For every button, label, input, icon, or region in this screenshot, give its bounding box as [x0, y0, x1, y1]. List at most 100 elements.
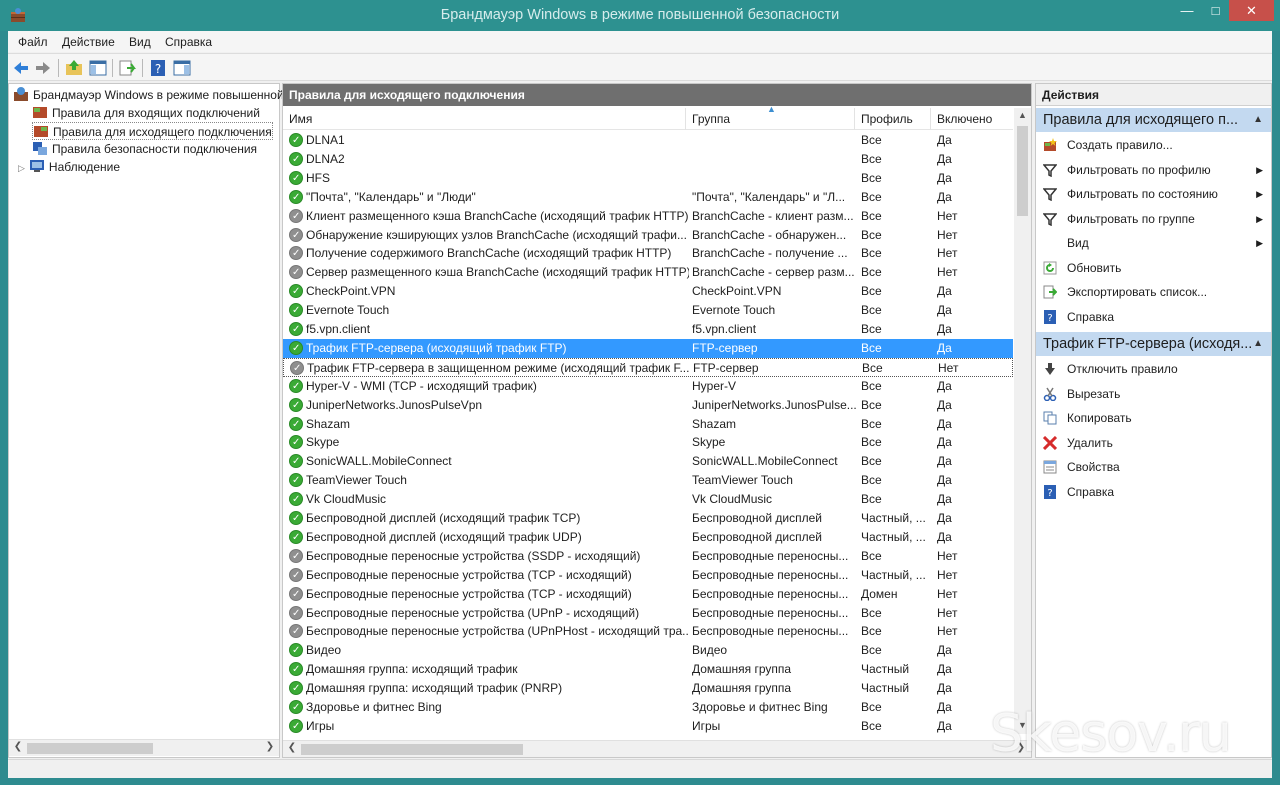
table-row[interactable]: Беспроводные переносные устройства (TCP …: [283, 585, 1013, 604]
scroll-right-icon[interactable]: ❯: [263, 741, 277, 752]
table-row[interactable]: Беспроводные переносные устройства (SSDP…: [283, 547, 1013, 566]
menu-help[interactable]: Справка: [165, 35, 212, 49]
table-row[interactable]: Беспроводной дисплей (исходящий трафик T…: [283, 509, 1013, 528]
scroll-left-icon[interactable]: ❮: [11, 741, 25, 752]
table-row[interactable]: DLNA1 Все Да: [283, 131, 1013, 150]
table-row[interactable]: Домашняя группа: исходящий трафик (PNRP)…: [283, 679, 1013, 698]
forward-icon[interactable]: [33, 58, 53, 78]
tree-item-outbound-rules[interactable]: Правила для исходящего подключения: [32, 122, 273, 140]
table-row[interactable]: Hyper-V - WMI (TCP - исходящий трафик) Hy…: [283, 377, 1013, 396]
close-button[interactable]: ✕: [1229, 0, 1274, 21]
action-item[interactable]: Копировать: [1036, 406, 1271, 430]
rule-enabled-icon: [289, 377, 303, 396]
table-row[interactable]: JuniperNetworks.JunosPulseVpn JuniperNetw…: [283, 396, 1013, 415]
tree-item-inbound-rules[interactable]: Правила для входящих подключений: [32, 104, 260, 122]
rule-group: Skype: [692, 435, 726, 450]
rule-name: Hyper-V - WMI (TCP - исходящий трафик): [306, 378, 537, 393]
table-row[interactable]: Vk CloudMusic Vk CloudMusic Все Да: [283, 490, 1013, 509]
rule-profile: Все: [861, 189, 882, 204]
action-item[interactable]: Экспортировать список...: [1036, 280, 1271, 304]
collapse-icon[interactable]: ▲: [1253, 108, 1263, 132]
column-enabled[interactable]: Включено: [931, 108, 1013, 130]
minimize-button[interactable]: —: [1172, 0, 1202, 21]
rule-name: Shazam: [306, 416, 351, 431]
actions-section-outbound[interactable]: Правила для исходящего п... ▲: [1036, 108, 1271, 132]
rule-enabled-icon: [289, 698, 303, 717]
scroll-left-icon[interactable]: ❮: [285, 742, 299, 753]
action-item[interactable]: ? Справка: [1036, 480, 1271, 504]
export-icon[interactable]: [117, 58, 137, 78]
column-name[interactable]: Имя: [283, 108, 686, 130]
rule-group: Беспроводной дисплей: [692, 529, 822, 544]
rule-name: Обнаружение кэширующих узлов BranchCache…: [306, 227, 687, 242]
table-row[interactable]: Получение содержимого BranchCache (исход…: [283, 244, 1013, 263]
table-row[interactable]: Skype Skype Все Да: [283, 433, 1013, 452]
action-item[interactable]: Фильтровать по группе ▶: [1036, 207, 1271, 231]
action-item[interactable]: Свойства: [1036, 455, 1271, 479]
collapse-icon[interactable]: ▲: [1253, 332, 1263, 356]
show-hide-tree-icon[interactable]: [88, 58, 108, 78]
tree-item-connection-security[interactable]: Правила безопасности подключения: [32, 140, 257, 158]
rules-vertical-scrollbar[interactable]: ▲ ▼: [1014, 108, 1031, 734]
action-item[interactable]: ? Справка: [1036, 305, 1271, 329]
actions-section-selected-rule[interactable]: Трафик FTP-сервера (исходя... ▲: [1036, 332, 1271, 356]
delete-icon: [1043, 435, 1057, 450]
table-row[interactable]: Беспроводные переносные устройства (TCP …: [283, 566, 1013, 585]
scroll-up-icon[interactable]: ▲: [1014, 110, 1031, 120]
up-folder-icon[interactable]: [64, 58, 84, 78]
action-label: Копировать: [1067, 411, 1132, 425]
action-item[interactable]: Фильтровать по профилю ▶: [1036, 158, 1271, 182]
table-row[interactable]: f5.vpn.client f5.vpn.client Все Да: [283, 320, 1013, 339]
help-icon[interactable]: ?: [148, 58, 168, 78]
table-row[interactable]: ИгрыИгрыВсеДа: [283, 717, 1013, 734]
table-row[interactable]: Беспроводной дисплей (исходящий трафик U…: [283, 528, 1013, 547]
rule-profile: Все: [861, 340, 882, 355]
action-item[interactable]: Обновить: [1036, 256, 1271, 280]
table-row[interactable]: TeamViewer Touch TeamViewer Touch Все Да: [283, 471, 1013, 490]
table-row[interactable]: DLNA2 Все Да: [283, 150, 1013, 169]
table-row[interactable]: Домашняя группа: исходящий трафик Домашня…: [283, 660, 1013, 679]
rule-name: Беспроводные переносные устройства (UPnP…: [306, 624, 689, 639]
action-item[interactable]: Вырезать: [1036, 382, 1271, 406]
table-row[interactable]: Обнаружение кэширующих узлов BranchCache…: [283, 226, 1013, 245]
rule-profile: Все: [861, 435, 882, 450]
table-row[interactable]: Беспроводные переносные устройства (UPnP…: [283, 622, 1013, 641]
table-row[interactable]: Evernote Touch Evernote Touch Все Да: [283, 301, 1013, 320]
table-row[interactable]: HFS Все Да: [283, 169, 1013, 188]
table-row[interactable]: Трафик FTP-сервера в защищенном режиме (…: [283, 357, 1013, 378]
table-row[interactable]: "Почта", "Календарь" и "Люди" "Почта", "К…: [283, 188, 1013, 207]
rule-name: Беспроводные переносные устройства (TCP …: [306, 586, 632, 601]
column-profile[interactable]: Профиль: [855, 108, 931, 130]
table-row[interactable]: Клиент размещенного кэша BranchCache (ис…: [283, 207, 1013, 226]
rule-enabled: Да: [937, 170, 952, 185]
rule-enabled: Нет: [937, 548, 958, 563]
rule-group: Vk CloudMusic: [692, 492, 773, 507]
table-row[interactable]: SonicWALL.MobileConnect SonicWALL.MobileC…: [283, 452, 1013, 471]
action-item[interactable]: Удалить: [1036, 431, 1271, 455]
table-row[interactable]: Трафик FTP-сервера (исходящий трафик FTP…: [283, 338, 1013, 358]
action-item[interactable]: Вид ▶: [1036, 231, 1271, 255]
table-row[interactable]: CheckPoint.VPN CheckPoint.VPN Все Да: [283, 282, 1013, 301]
maximize-button[interactable]: □: [1202, 0, 1229, 21]
expand-arrow-icon[interactable]: ▷: [18, 163, 25, 173]
action-label: Обновить: [1067, 260, 1122, 275]
table-row[interactable]: Shazam Shazam Все Да: [283, 415, 1013, 434]
rules-horizontal-scrollbar[interactable]: ❮ ❯: [283, 740, 1031, 757]
action-item[interactable]: Фильтровать по состоянию ▶: [1036, 182, 1271, 206]
rule-profile: Все: [861, 397, 882, 412]
rule-name: Сервер размещенного кэша BranchCache (ис…: [306, 265, 689, 280]
action-item[interactable]: Создать правило...: [1036, 133, 1271, 157]
tree-horizontal-scrollbar[interactable]: ❮ ❯: [9, 739, 279, 756]
table-row[interactable]: Сервер размещенного кэша BranchCache (ис…: [283, 263, 1013, 282]
back-icon[interactable]: [11, 58, 31, 78]
tree-item-monitoring[interactable]: ▷ Наблюдение: [18, 158, 120, 176]
table-row[interactable]: Здоровье и фитнес Bing Здоровье и фитнес …: [283, 698, 1013, 717]
rule-enabled-icon: [289, 131, 303, 150]
menu-view[interactable]: Вид: [129, 35, 151, 49]
menu-action[interactable]: Действие: [62, 35, 115, 49]
menu-file[interactable]: Файл: [18, 35, 48, 49]
action-item[interactable]: Отключить правило: [1036, 357, 1271, 381]
table-row[interactable]: Беспроводные переносные устройства (UPnP…: [283, 604, 1013, 623]
table-row[interactable]: Видео Видео Все Да: [283, 641, 1013, 660]
show-hide-action-pane-icon[interactable]: [172, 58, 192, 78]
